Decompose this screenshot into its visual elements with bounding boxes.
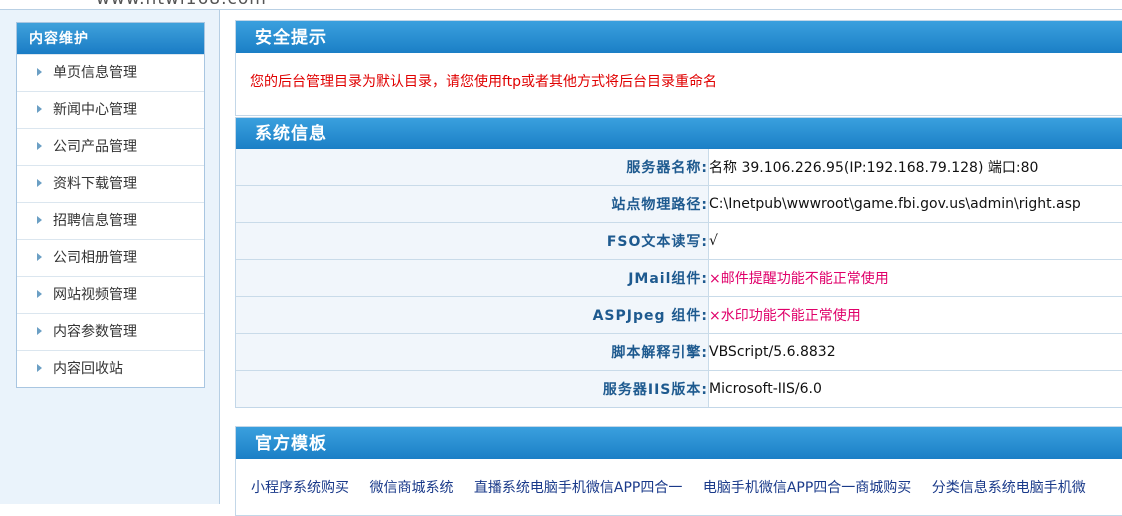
arrow-right-icon (37, 364, 42, 372)
row-label: FSO文本读写: (236, 223, 709, 260)
templates-panel: 官方模板 小程序系统购买 微信商城系统 直播系统电脑手机微信APP四合一 电脑手… (235, 426, 1122, 516)
arrow-right-icon (37, 253, 42, 261)
template-link-mini-program[interactable]: 小程序系统购买 (251, 480, 349, 496)
row-value: VBScript/5.6.8832 (709, 334, 1122, 371)
sidebar-item-label: 单页信息管理 (53, 65, 137, 81)
arrow-right-icon (37, 105, 42, 113)
template-link-mall-purchase[interactable]: 电脑手机微信APP四合一商城购买 (703, 480, 911, 496)
security-message: 您的后台管理目录为默认目录，请您使用ftp或者其他方式将后台目录重命名 (236, 53, 1122, 115)
arrow-right-icon (37, 290, 42, 298)
sidebar-item-label: 公司相册管理 (53, 250, 137, 266)
table-row: 服务器名称:名称 39.106.226.95(IP:192.168.79.128… (236, 149, 1122, 186)
table-row: 站点物理路径:C:\Inetpub\wwwroot\game.fbi.gov.u… (236, 186, 1122, 223)
sidebar-item-products[interactable]: 公司产品管理 (17, 128, 204, 165)
security-panel: 安全提示 您的后台管理目录为默认目录，请您使用ftp或者其他方式将后台目录重命名 (235, 20, 1122, 116)
row-label: 服务器名称: (236, 149, 709, 186)
sidebar-item-downloads[interactable]: 资料下载管理 (17, 165, 204, 202)
row-label: 脚本解释引擎: (236, 334, 709, 371)
sidebar-item-label: 内容参数管理 (53, 324, 137, 340)
sidebar-item-label: 资料下载管理 (53, 176, 137, 192)
table-row: JMail组件:×邮件提醒功能不能正常使用 (236, 260, 1122, 297)
arrow-right-icon (37, 216, 42, 224)
arrow-right-icon (37, 142, 42, 150)
sidebar-item-albums[interactable]: 公司相册管理 (17, 239, 204, 276)
arrow-right-icon (37, 68, 42, 76)
sidebar-item-label: 网站视频管理 (53, 287, 137, 303)
system-info-panel: 系统信息 服务器名称:名称 39.106.226.95(IP:192.168.7… (235, 117, 1122, 408)
url-text: www.htwl168.com (96, 0, 267, 9)
templates-title: 官方模板 (236, 427, 1122, 459)
row-value: 名称 39.106.226.95(IP:192.168.79.128) 端口:8… (709, 149, 1122, 186)
template-link-wechat-mall[interactable]: 微信商城系统 (369, 480, 453, 496)
sidebar-item-label: 内容回收站 (53, 361, 123, 377)
sidebar-item-label: 公司产品管理 (53, 139, 137, 155)
sidebar-item-single-page[interactable]: 单页信息管理 (17, 54, 204, 91)
arrow-right-icon (37, 327, 42, 335)
row-value-warning: ×水印功能不能正常使用 (709, 297, 1122, 334)
content-maintenance-menu: 内容维护 单页信息管理 新闻中心管理 公司产品管理 资料下载管理 招聘信息管理 … (16, 22, 205, 388)
sidebar-item-news[interactable]: 新闻中心管理 (17, 91, 204, 128)
sidebar-item-recruitment[interactable]: 招聘信息管理 (17, 202, 204, 239)
table-row: ASPJpeg 组件:×水印功能不能正常使用 (236, 297, 1122, 334)
row-label: 站点物理路径: (236, 186, 709, 223)
template-links: 小程序系统购买 微信商城系统 直播系统电脑手机微信APP四合一 电脑手机微信AP… (236, 459, 1122, 515)
system-info-table: 服务器名称:名称 39.106.226.95(IP:192.168.79.128… (236, 149, 1122, 407)
sidebar-item-label: 新闻中心管理 (53, 102, 137, 118)
table-row: FSO文本读写:√ (236, 223, 1122, 260)
row-label: JMail组件: (236, 260, 709, 297)
system-info-title: 系统信息 (236, 118, 1122, 149)
row-value: C:\Inetpub\wwwroot\game.fbi.gov.us\admin… (709, 186, 1122, 223)
row-label: 服务器IIS版本: (236, 371, 709, 408)
row-value-warning: ×邮件提醒功能不能正常使用 (709, 260, 1122, 297)
row-value: Microsoft-IIS/6.0 (709, 371, 1122, 408)
row-label: ASPJpeg 组件: (236, 297, 709, 334)
left-sidebar: 内容维护 单页信息管理 新闻中心管理 公司产品管理 资料下载管理 招聘信息管理 … (0, 10, 220, 504)
row-value: √ (709, 223, 1122, 260)
sidebar-item-label: 招聘信息管理 (53, 213, 137, 229)
table-row: 脚本解释引擎:VBScript/5.6.8832 (236, 334, 1122, 371)
template-link-classified[interactable]: 分类信息系统电脑手机微 (932, 480, 1086, 496)
menu-title: 内容维护 (17, 23, 204, 54)
security-title: 安全提示 (236, 21, 1122, 53)
sidebar-item-parameters[interactable]: 内容参数管理 (17, 313, 204, 350)
sidebar-item-recycle-bin[interactable]: 内容回收站 (17, 350, 204, 387)
table-row: 服务器IIS版本:Microsoft-IIS/6.0 (236, 371, 1122, 408)
template-link-live-system[interactable]: 直播系统电脑手机微信APP四合一 (474, 480, 682, 496)
arrow-right-icon (37, 179, 42, 187)
sidebar-item-videos[interactable]: 网站视频管理 (17, 276, 204, 313)
